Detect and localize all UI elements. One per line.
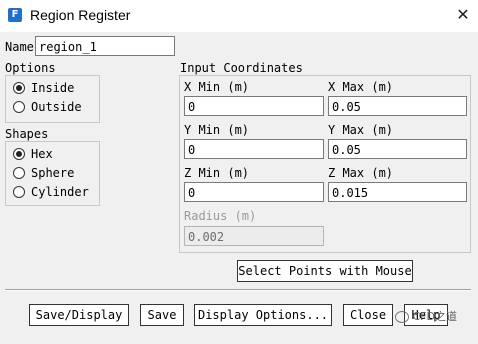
y-min-label: Y Min (m) <box>184 123 250 137</box>
option-outside-label: Outside <box>31 100 82 114</box>
z-max-input[interactable]: 0.015 <box>328 182 467 202</box>
shape-sphere[interactable]: Sphere <box>10 165 95 181</box>
x-max-label: X Max (m) <box>328 80 394 94</box>
coords-title: Input Coordinates <box>180 61 303 75</box>
radio-inside[interactable] <box>13 82 25 94</box>
z-min-input[interactable]: 0 <box>184 182 324 202</box>
watermark: CFD之道 <box>395 308 457 324</box>
shape-cylinder-label: Cylinder <box>31 185 89 199</box>
close-button[interactable]: Close <box>343 304 393 326</box>
x-min-input[interactable]: 0 <box>184 96 324 116</box>
window-title: Region Register <box>30 7 131 23</box>
close-icon[interactable]: ✕ <box>452 3 474 27</box>
radio-sphere[interactable] <box>13 167 25 179</box>
options-title: Options <box>5 61 56 75</box>
y-min-input[interactable]: 0 <box>184 139 324 159</box>
select-points-button[interactable]: Select Points with Mouse <box>237 260 413 282</box>
save-button[interactable]: Save <box>140 304 184 326</box>
x-max-input[interactable]: 0.05 <box>328 96 467 116</box>
app-icon: F <box>8 8 22 22</box>
save-display-button[interactable]: Save/Display <box>29 304 129 326</box>
radio-outside[interactable] <box>13 101 25 113</box>
radio-cylinder[interactable] <box>13 186 25 198</box>
option-inside-label: Inside <box>31 81 75 95</box>
watermark-text: CFD之道 <box>412 310 457 323</box>
z-max-label: Z Max (m) <box>328 166 394 180</box>
shape-sphere-label: Sphere <box>31 166 75 180</box>
name-label: Name <box>5 40 34 54</box>
y-max-label: Y Max (m) <box>328 123 394 137</box>
radio-hex[interactable] <box>13 148 25 160</box>
x-min-label: X Min (m) <box>184 80 250 94</box>
shape-cylinder[interactable]: Cylinder <box>10 184 95 200</box>
shape-hex[interactable]: Hex <box>10 146 95 162</box>
radius-label: Radius (m) <box>184 209 257 223</box>
wechat-icon <box>395 311 409 323</box>
z-min-label: Z Min (m) <box>184 166 250 180</box>
name-input[interactable]: region_1 <box>35 36 175 56</box>
separator <box>5 289 471 291</box>
display-options-button[interactable]: Display Options... <box>194 304 332 326</box>
radius-input: 0.002 <box>184 226 324 246</box>
shapes-title: Shapes <box>5 127 49 141</box>
option-outside[interactable]: Outside <box>10 99 95 115</box>
y-max-input[interactable]: 0.05 <box>328 139 467 159</box>
option-inside[interactable]: Inside <box>10 80 95 96</box>
shape-hex-label: Hex <box>31 147 53 161</box>
